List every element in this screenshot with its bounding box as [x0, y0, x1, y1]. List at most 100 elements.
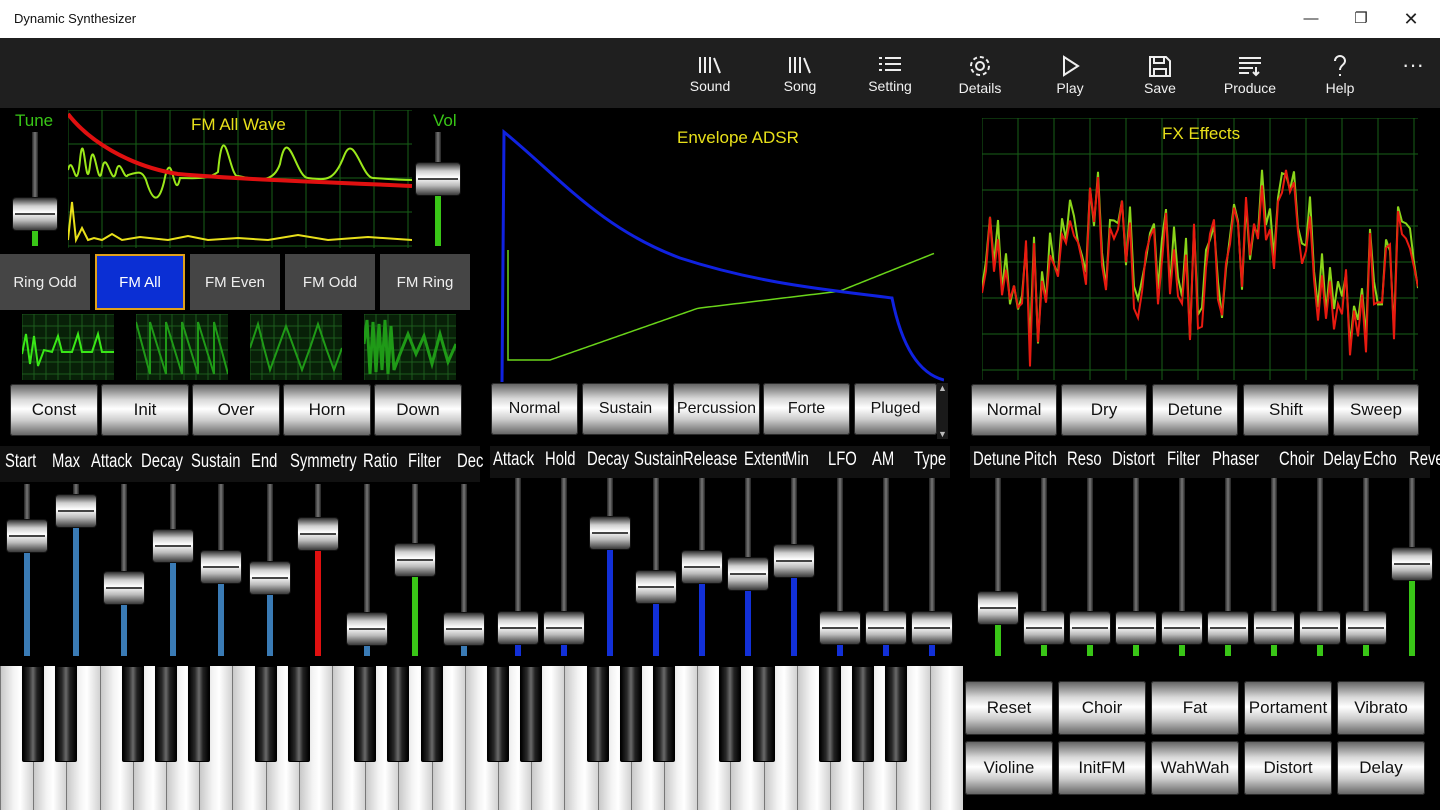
piano-black-key[interactable] [487, 666, 509, 762]
reset-button[interactable]: Reset [965, 681, 1053, 735]
fx-slider-thumb[interactable] [1116, 612, 1156, 645]
env-pluged-button[interactable]: Pluged [854, 383, 937, 435]
piano-black-key[interactable] [653, 666, 675, 762]
piano-black-key[interactable] [586, 666, 609, 762]
envelope-slider-thumb[interactable] [820, 612, 860, 645]
minimize-icon[interactable]: — [1288, 0, 1334, 38]
piano-white-key[interactable] [929, 666, 963, 810]
details-button[interactable]: Details [935, 46, 1025, 104]
fx-slider-thumb[interactable] [1070, 612, 1110, 645]
piano-black-key[interactable] [55, 666, 78, 762]
wave-slider-thumb[interactable] [55, 495, 96, 528]
env-presets-scrollbar[interactable]: ▲ ▼ [937, 383, 948, 439]
setting-button[interactable]: Setting [845, 46, 935, 104]
violine-button[interactable]: Violine [965, 741, 1053, 795]
restore-icon[interactable]: ❐ [1338, 0, 1384, 38]
envelope-slider-thumb[interactable] [728, 558, 768, 591]
fx-sweep-button[interactable]: Sweep [1333, 384, 1419, 436]
preset-init-button[interactable]: Init [101, 384, 189, 436]
envelope-slider-thumb[interactable] [590, 517, 630, 550]
wave-slider-thumb[interactable] [298, 517, 338, 550]
mode-fm-odd-button[interactable]: FM Odd [285, 254, 375, 310]
envelope-slider-thumb[interactable] [544, 612, 584, 645]
env-normal-button[interactable]: Normal [491, 383, 578, 435]
fx-slider-thumb[interactable] [1208, 612, 1248, 645]
env-forte-button[interactable]: Forte [763, 383, 850, 435]
help-button[interactable]: Help [1295, 46, 1385, 104]
close-icon[interactable]: ✕ [1388, 0, 1434, 38]
fx-slider-thumb[interactable] [1300, 612, 1340, 645]
envelope-slider-thumb[interactable] [682, 551, 722, 583]
piano-black-key[interactable] [885, 666, 908, 762]
fx-slider-thumb[interactable] [1254, 612, 1294, 645]
initfm-button[interactable]: InitFM [1058, 741, 1146, 795]
piano-black-key[interactable] [387, 666, 410, 762]
piano-black-key[interactable] [155, 666, 177, 762]
wave-thumbnail-2[interactable] [136, 314, 228, 380]
piano-black-key[interactable] [520, 666, 543, 762]
envelope-slider-thumb[interactable] [636, 571, 676, 604]
fx-detune-button[interactable]: Detune [1152, 384, 1238, 436]
piano-black-key[interactable] [121, 666, 144, 762]
vibrato-button[interactable]: Vibrato [1337, 681, 1425, 735]
piano-black-key[interactable] [752, 666, 775, 762]
wahwah-button[interactable]: WahWah [1151, 741, 1239, 795]
sound-button[interactable]: Sound [665, 46, 755, 104]
wave-slider-thumb[interactable] [249, 562, 290, 595]
fx-slider-thumb[interactable] [1392, 548, 1432, 581]
wave-slider-thumb[interactable] [104, 572, 144, 605]
piano-black-key[interactable] [254, 666, 277, 762]
wave-slider-thumb[interactable] [152, 530, 193, 563]
fat-button[interactable]: Fat [1151, 681, 1239, 735]
wave-slider-thumb[interactable] [346, 612, 387, 645]
piano-black-key[interactable] [354, 666, 377, 762]
fx-normal-button[interactable]: Normal [971, 384, 1057, 436]
env-percussion-button[interactable]: Percussion [673, 383, 760, 435]
fx-slider-thumb[interactable] [978, 591, 1018, 624]
preset-const-button[interactable]: Const [10, 384, 98, 436]
tune-slider-thumb[interactable] [13, 197, 57, 230]
portament-button[interactable]: Portament [1244, 681, 1332, 735]
produce-button[interactable]: Produce [1205, 46, 1295, 104]
song-button[interactable]: Song [755, 46, 845, 104]
scroll-down-icon[interactable]: ▼ [937, 429, 948, 439]
env-sustain-button[interactable]: Sustain [582, 383, 669, 435]
wave-thumbnail-4[interactable] [364, 314, 456, 380]
mode-ring-odd-button[interactable]: Ring Odd [0, 254, 90, 310]
piano-black-key[interactable] [420, 666, 443, 762]
save-button[interactable]: Save [1115, 46, 1205, 104]
wave-slider-thumb[interactable] [201, 551, 241, 584]
piano-black-key[interactable] [22, 666, 45, 762]
delay-button[interactable]: Delay [1337, 741, 1425, 795]
vol-slider-thumb[interactable] [416, 163, 460, 196]
piano-black-key[interactable] [852, 666, 875, 762]
play-button[interactable]: Play [1025, 46, 1115, 104]
mode-fm-all-button[interactable]: FM All [95, 254, 185, 310]
envelope-slider-thumb[interactable] [866, 612, 906, 645]
piano-black-key[interactable] [188, 666, 211, 762]
piano-black-key[interactable] [619, 666, 642, 762]
envelope-slider-thumb[interactable] [774, 545, 814, 578]
wave-slider-thumb[interactable] [443, 612, 484, 645]
preset-down-button[interactable]: Down [374, 384, 462, 436]
piano-black-key[interactable] [287, 666, 310, 762]
scroll-up-icon[interactable]: ▲ [937, 383, 948, 393]
fx-dry-button[interactable]: Dry [1061, 384, 1147, 436]
fx-slider-thumb[interactable] [1024, 612, 1064, 645]
preset-over-button[interactable]: Over [192, 384, 280, 436]
piano-black-key[interactable] [719, 666, 742, 762]
fx-slider-thumb[interactable] [1346, 612, 1386, 645]
envelope-slider-thumb[interactable] [498, 612, 538, 645]
more-button[interactable]: ··· [1398, 52, 1428, 78]
wave-thumbnail-3[interactable] [250, 314, 342, 380]
mode-fm-ring-button[interactable]: FM Ring [380, 254, 470, 310]
wave-slider-thumb[interactable] [7, 520, 47, 553]
fx-slider-thumb[interactable] [1162, 612, 1202, 645]
piano-black-key[interactable] [819, 666, 841, 762]
preset-horn-button[interactable]: Horn [283, 384, 371, 436]
wave-thumbnail-1[interactable] [22, 314, 114, 380]
choir-button[interactable]: Choir [1058, 681, 1146, 735]
envelope-slider-thumb[interactable] [912, 612, 952, 645]
fx-shift-button[interactable]: Shift [1243, 384, 1329, 436]
mode-fm-even-button[interactable]: FM Even [190, 254, 280, 310]
